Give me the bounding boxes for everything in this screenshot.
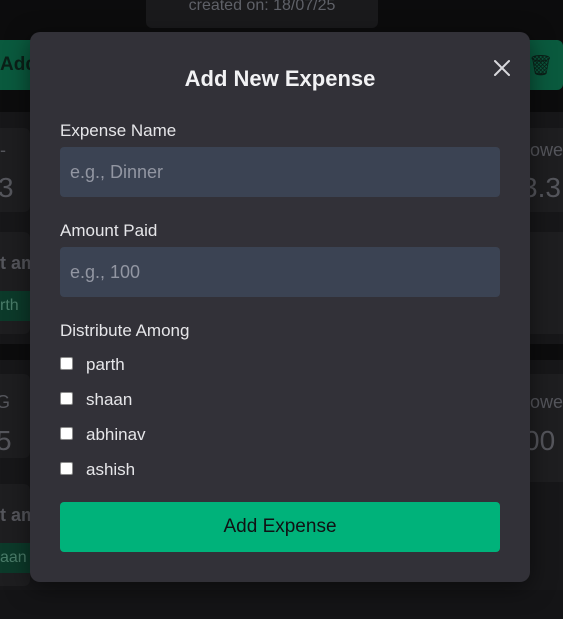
tile-right-label: owe xyxy=(530,140,563,160)
distribute-among-label: Distribute Among xyxy=(60,321,190,340)
amount-paid-input[interactable] xyxy=(60,247,500,297)
member-option-shaan[interactable]: shaan xyxy=(60,389,132,411)
add-expense-modal: Add New Expense Expense Name Amount Paid… xyxy=(30,32,530,582)
checkbox[interactable] xyxy=(60,462,73,475)
member-name: ashish xyxy=(86,460,136,479)
tile-left-label: - xyxy=(0,140,6,160)
member-option-parth[interactable]: parth xyxy=(60,354,125,376)
amount-paid-label: Amount Paid xyxy=(60,221,158,240)
tile-left-label: G xyxy=(0,392,11,412)
member-option-ashish[interactable]: ashish xyxy=(60,459,135,481)
checkbox[interactable] xyxy=(60,357,73,370)
tile-left-value: 5 xyxy=(0,425,12,456)
member-name: shaan xyxy=(86,390,133,409)
modal-title: Add New Expense xyxy=(184,66,376,91)
created-date: created on: 18/07/25 xyxy=(146,0,378,28)
tile-right-label: owe xyxy=(530,392,563,412)
checkbox[interactable] xyxy=(60,392,73,405)
expense-name-input[interactable] xyxy=(60,147,500,197)
close-icon[interactable] xyxy=(490,56,514,80)
tile-left-value: 3 xyxy=(0,172,14,203)
bottom-bar xyxy=(0,590,563,619)
member-name: parth xyxy=(86,355,125,374)
member-option-abhinav[interactable]: abhinav xyxy=(60,424,146,446)
member-name: abhinav xyxy=(86,425,146,444)
add-expense-submit-button[interactable]: Add Expense xyxy=(60,502,500,552)
checkbox[interactable] xyxy=(60,427,73,440)
expense-name-label: Expense Name xyxy=(60,121,177,140)
trash-icon: 🗑 xyxy=(528,55,554,77)
